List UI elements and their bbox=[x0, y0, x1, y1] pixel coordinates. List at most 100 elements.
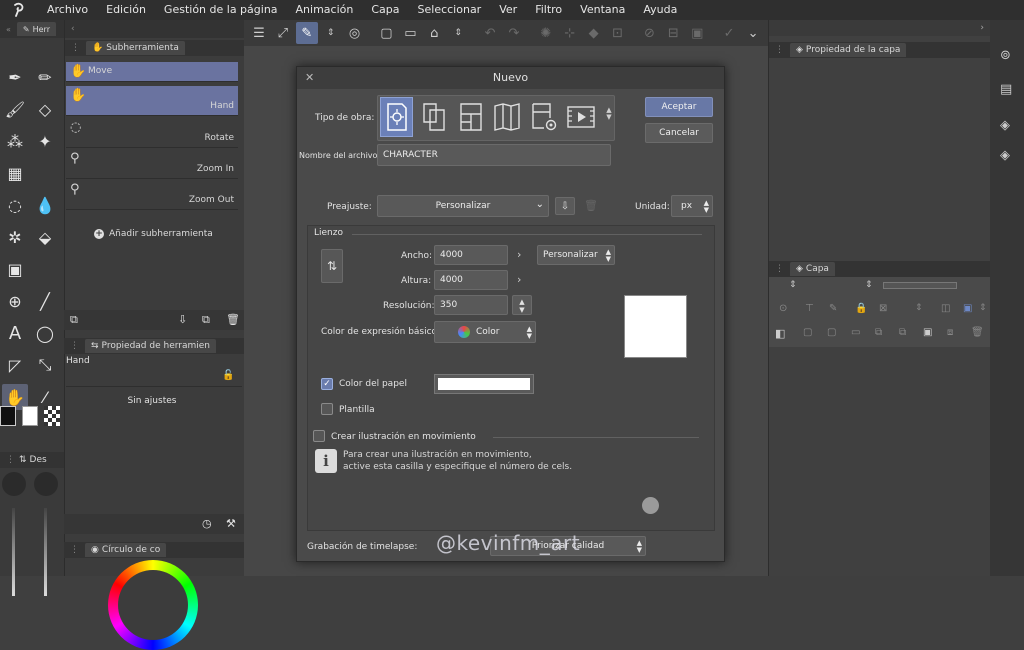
expand-icon[interactable]: › bbox=[980, 23, 984, 33]
chevron-right-icon[interactable]: › bbox=[517, 273, 521, 286]
transform-icon[interactable]: ⊹ bbox=[559, 22, 581, 44]
crop-icon[interactable]: ⊡ bbox=[607, 22, 629, 44]
swap-orientation-icon[interactable]: ⇅ bbox=[321, 249, 343, 283]
chevrons-icon[interactable]: ⇕ bbox=[979, 303, 987, 313]
menu-animacion[interactable]: Animación bbox=[287, 0, 363, 20]
brush-size-dot[interactable] bbox=[2, 472, 26, 496]
subtool-tab[interactable]: ✋ Subherramienta bbox=[86, 41, 185, 55]
brush-size-tab[interactable]: Des bbox=[30, 455, 47, 465]
animation-checkbox[interactable] bbox=[313, 430, 325, 442]
menu-icon[interactable]: ☰ bbox=[248, 22, 270, 44]
unit-select[interactable]: px ▲ ▼ bbox=[671, 195, 713, 217]
invert-icon[interactable]: ⊟ bbox=[662, 22, 684, 44]
subtool-item-zoom-in[interactable]: ⚲ Zoom In bbox=[66, 149, 238, 179]
brush-opacity-slider[interactable] bbox=[44, 508, 47, 596]
eraser-icon[interactable]: ◇ bbox=[32, 96, 58, 122]
reference-icon[interactable]: ⊤ bbox=[805, 303, 814, 314]
lock-icon[interactable]: 🔒 bbox=[855, 303, 867, 314]
frame-icon[interactable]: ◸ bbox=[2, 352, 28, 378]
tool-property-tab[interactable]: ⇆ Propiedad de herramien bbox=[85, 339, 216, 353]
deselect-icon[interactable]: ⊘ bbox=[638, 22, 660, 44]
new-file-icon[interactable]: ▢ bbox=[376, 22, 398, 44]
sub-color-swatch[interactable] bbox=[22, 406, 38, 426]
trash-icon[interactable]: 🗑 bbox=[971, 327, 984, 338]
preset-select[interactable]: Personalizar ⌄ bbox=[377, 195, 549, 217]
mask-layer-icon[interactable]: ▣ bbox=[923, 327, 932, 338]
layers-icon[interactable]: ◈ bbox=[1000, 148, 1010, 163]
ruler-icon[interactable]: ⤡ bbox=[32, 352, 58, 378]
opacity-slider[interactable] bbox=[883, 282, 957, 289]
chevron-right-icon[interactable]: › bbox=[517, 248, 521, 261]
size-preset-select[interactable]: Personalizar ▲ ▼ bbox=[537, 245, 615, 265]
work-type-spinner[interactable]: ▲ ▼ bbox=[604, 107, 614, 121]
brush-size-slider[interactable] bbox=[12, 508, 15, 596]
brush-icon[interactable]: 🖌 bbox=[2, 96, 28, 122]
pen-icon[interactable]: ✒ bbox=[2, 64, 28, 90]
menu-seleccionar[interactable]: Seleccionar bbox=[409, 0, 491, 20]
check-icon[interactable]: ✓ bbox=[718, 22, 740, 44]
subtool-settings-icon[interactable]: ⧉ bbox=[70, 313, 78, 327]
color-wheel-tab[interactable]: ◉ Círculo de co bbox=[85, 543, 167, 557]
copy-layer-icon[interactable]: ⧉ bbox=[899, 327, 906, 338]
menu-filtro[interactable]: Filtro bbox=[526, 0, 571, 20]
resolution-input[interactable]: 350 bbox=[434, 295, 508, 315]
transparent-color-swatch[interactable] bbox=[44, 406, 60, 426]
menu-ver[interactable]: Ver bbox=[490, 0, 526, 20]
paper-color-swatch[interactable] bbox=[434, 374, 534, 394]
import-icon[interactable]: ⇩ bbox=[178, 313, 187, 326]
work-type-animation-icon[interactable] bbox=[564, 97, 597, 137]
menu-capa[interactable]: Capa bbox=[362, 0, 408, 20]
balloon-icon[interactable]: ◯ bbox=[32, 320, 58, 346]
main-color-swatch[interactable] bbox=[0, 406, 16, 426]
undo-icon[interactable]: ↶ bbox=[479, 22, 501, 44]
target-icon[interactable]: ◎ bbox=[344, 22, 366, 44]
work-type-book-icon[interactable] bbox=[490, 97, 523, 137]
duplicate-icon[interactable]: ⧉ bbox=[202, 313, 210, 327]
layer-property-icon[interactable]: ◈ bbox=[1000, 118, 1010, 133]
layer-tab[interactable]: ◈ Capa bbox=[790, 262, 835, 276]
clock-icon[interactable]: ◷ bbox=[202, 517, 212, 530]
selected-layer-icon[interactable]: ▣ bbox=[963, 303, 972, 314]
chevrons-icon[interactable]: ⇕ bbox=[447, 22, 469, 44]
new-vector-icon[interactable]: ▢ bbox=[827, 327, 836, 338]
draft-icon[interactable]: ✎ bbox=[829, 303, 837, 314]
close-icon[interactable]: ✕ bbox=[305, 67, 314, 89]
subtool-item-move[interactable]: ✋ Move bbox=[66, 62, 238, 82]
delete-preset-icon[interactable]: 🗑 bbox=[584, 199, 598, 212]
template-checkbox[interactable] bbox=[321, 403, 333, 415]
merge-icon[interactable]: ⧉ bbox=[875, 327, 882, 338]
menu-ayuda[interactable]: Ayuda bbox=[634, 0, 686, 20]
collapse-icon[interactable]: ‹ bbox=[71, 24, 75, 34]
lasso-icon[interactable]: ◌ bbox=[2, 192, 28, 218]
work-type-comic-icon[interactable] bbox=[454, 97, 487, 137]
decoration-icon[interactable]: ⁂ bbox=[2, 128, 28, 154]
chevrons-icon[interactable]: ⇕ bbox=[320, 22, 342, 44]
settings-icon[interactable]: ✺ bbox=[535, 22, 557, 44]
save-icon[interactable]: ⌂ bbox=[423, 22, 445, 44]
add-subtool-button[interactable]: + Añadir subherramienta bbox=[94, 229, 213, 239]
lock-icon[interactable]: 🔓 bbox=[222, 370, 234, 381]
wrench-icon[interactable]: ⚒ bbox=[226, 517, 236, 530]
sub-view-icon[interactable]: ▤ bbox=[1000, 82, 1012, 97]
edit-mode-icon[interactable]: ✎ bbox=[295, 22, 318, 44]
open-folder-icon[interactable]: ▭ bbox=[399, 22, 421, 44]
text-icon[interactable]: A bbox=[2, 320, 28, 346]
pencil-icon[interactable]: ✏ bbox=[32, 64, 58, 90]
collapse-icon[interactable]: « bbox=[6, 25, 11, 34]
figure-icon[interactable]: ⊕ bbox=[2, 288, 28, 314]
grid-icon[interactable]: ▦ bbox=[2, 160, 28, 186]
save-preset-icon[interactable]: ⇩ bbox=[555, 197, 575, 215]
menu-edicion[interactable]: Edición bbox=[97, 0, 155, 20]
opacity-spinner[interactable]: ⇕ bbox=[865, 280, 873, 290]
lock-alpha-icon[interactable]: ⊠ bbox=[879, 303, 887, 314]
blend-icon[interactable]: 💧 bbox=[32, 192, 58, 218]
blend-mode-spinner[interactable]: ⇕ bbox=[789, 280, 797, 290]
tool-tab[interactable]: ✎ Herr bbox=[16, 22, 56, 36]
mask-icon[interactable]: ◫ bbox=[941, 303, 950, 314]
cancel-button[interactable]: Cancelar bbox=[645, 123, 713, 143]
subtool-item-rotate[interactable]: ◌ Rotate bbox=[66, 118, 238, 148]
work-type-illustration-icon[interactable] bbox=[380, 97, 413, 137]
menu-ventana[interactable]: Ventana bbox=[571, 0, 634, 20]
fill-bucket-icon[interactable]: ⬙ bbox=[32, 224, 58, 250]
brush-size-dot[interactable] bbox=[34, 472, 58, 496]
